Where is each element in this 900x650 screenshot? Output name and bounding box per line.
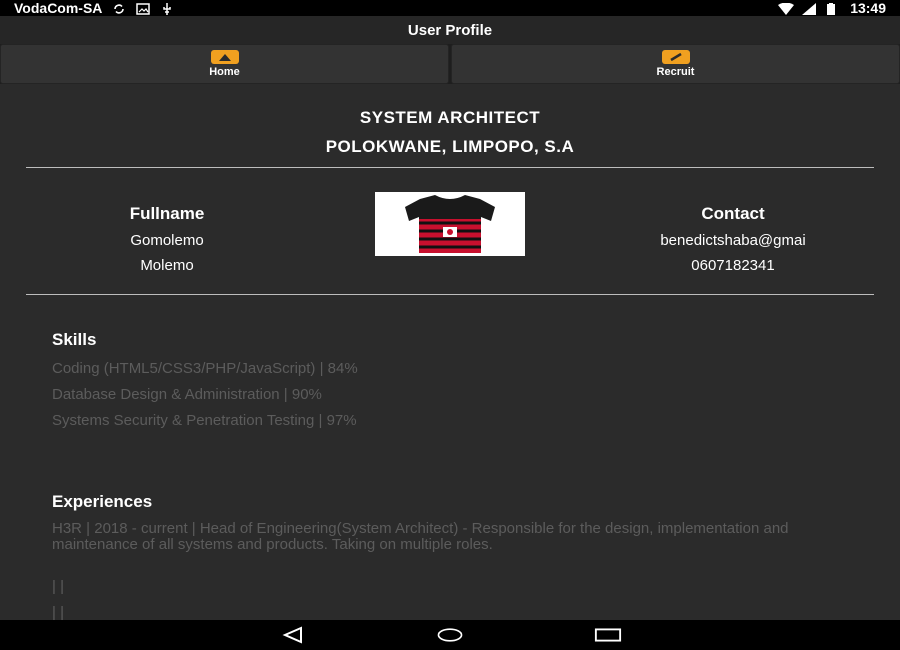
profile-content[interactable]: SYSTEM ARCHITECT POLOKWANE, LIMPOPO, S.A… (0, 84, 900, 620)
home-button[interactable]: Home (0, 44, 449, 84)
back-button[interactable] (278, 625, 306, 645)
jersey-image (405, 195, 495, 253)
system-nav-bar (0, 620, 900, 650)
phone-link[interactable]: 0607182341 (608, 257, 858, 274)
first-name: Gomolemo (130, 232, 204, 249)
battery-icon (826, 2, 840, 15)
sync-icon (112, 2, 126, 14)
app-bar: User Profile (0, 16, 900, 44)
circle-home-icon (437, 628, 463, 642)
skills-heading: Skills (52, 330, 97, 349)
fullname-block: Fullname Gomolemo Molemo (92, 204, 242, 274)
signal-icon (802, 2, 817, 15)
wifi-icon (778, 2, 795, 15)
contact-block: Contact benedictshaba@gmai 0607182341 (608, 204, 858, 274)
divider (26, 167, 874, 168)
experience-entry: H3R | 2018 - current | Head of Engineeri… (52, 520, 789, 553)
carrier-label: VodaCom-SA (14, 0, 103, 16)
skill-item: Database Design & Administration | 90% (52, 386, 322, 403)
skill-item: Coding (HTML5/CSS3/PHP/JavaScript) | 84% (52, 360, 358, 377)
location: POLOKWANE, LIMPOPO, S.A (325, 137, 575, 156)
recruit-button[interactable]: Recruit (451, 44, 900, 84)
fullname-label: Fullname (129, 204, 205, 223)
experience-placeholder: | | (52, 578, 64, 595)
email-link[interactable]: benedictshaba@gmai (608, 232, 858, 249)
job-title: SYSTEM ARCHITECT (359, 108, 541, 127)
status-bar: VodaCom-SA 13:49 (0, 0, 900, 16)
square-recents-icon (594, 628, 622, 642)
home-label: Home (209, 66, 240, 78)
top-nav: Home Recruit (0, 44, 900, 84)
handshake-icon (661, 50, 690, 64)
experiences-heading: Experiences (52, 492, 153, 511)
home-icon (210, 50, 239, 64)
page-title: User Profile (407, 21, 493, 39)
contact-label: Contact (701, 204, 765, 223)
clock: 13:49 (850, 0, 886, 16)
usb-icon (160, 2, 174, 15)
recents-button[interactable] (594, 625, 622, 645)
profile-photo (375, 192, 525, 256)
skill-item: Systems Security & Penetration Testing |… (52, 412, 357, 429)
last-name: Molemo (140, 257, 194, 274)
recruit-label: Recruit (656, 66, 695, 78)
divider (26, 294, 874, 295)
back-icon (282, 626, 302, 644)
home-system-button[interactable] (436, 625, 464, 645)
experience-placeholder: | | (52, 604, 64, 620)
image-icon (136, 2, 151, 15)
